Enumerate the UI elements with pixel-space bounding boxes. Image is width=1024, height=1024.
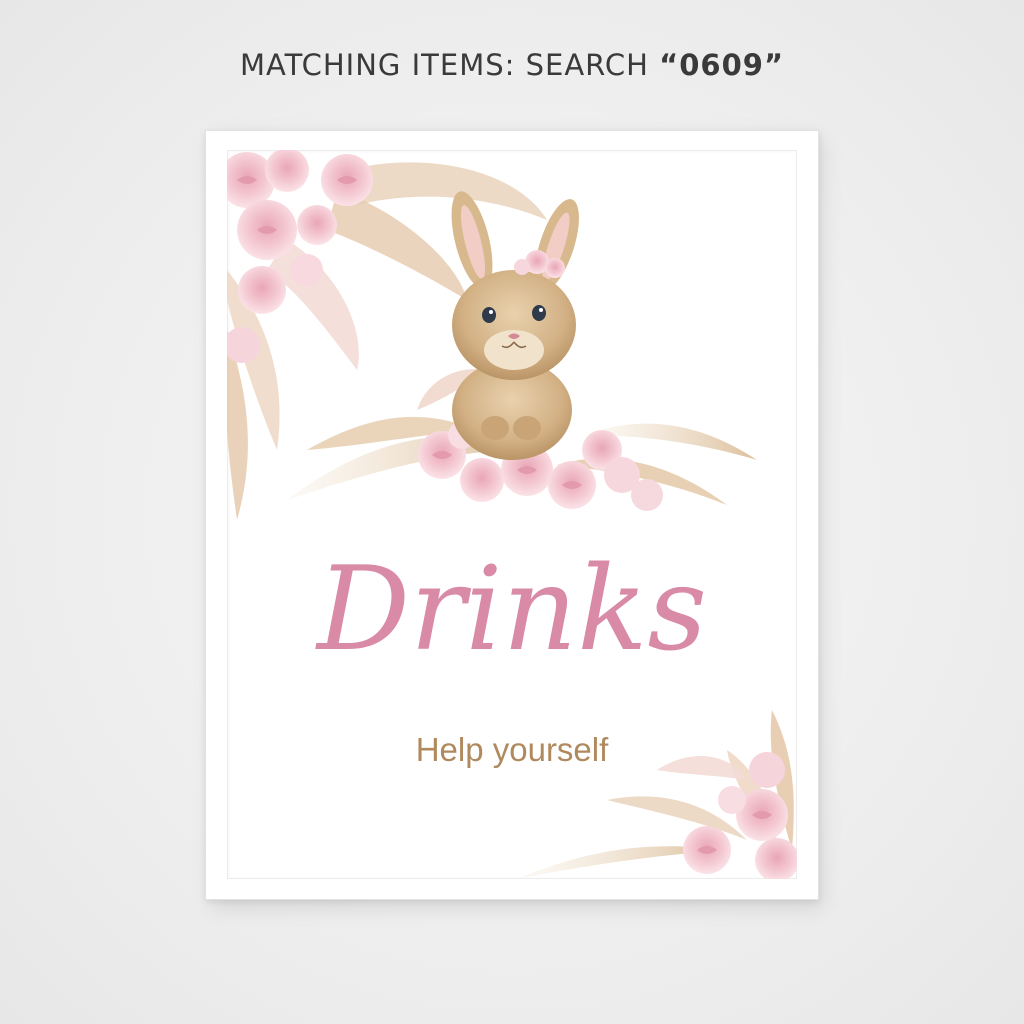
sign-subtitle: Help yourself — [415, 731, 609, 768]
picture-frame: Drinks Help yourself — [205, 130, 819, 900]
sign-title: Drinks — [316, 542, 708, 677]
header-prefix: MATCHING ITEMS: SEARCH — [239, 48, 660, 82]
matching-items-header: MATCHING ITEMS: SEARCH “0609” — [0, 48, 1024, 82]
search-code: “0609” — [659, 48, 785, 82]
print-sheet: Drinks Help yourself — [227, 150, 797, 879]
bunny — [451, 191, 579, 460]
